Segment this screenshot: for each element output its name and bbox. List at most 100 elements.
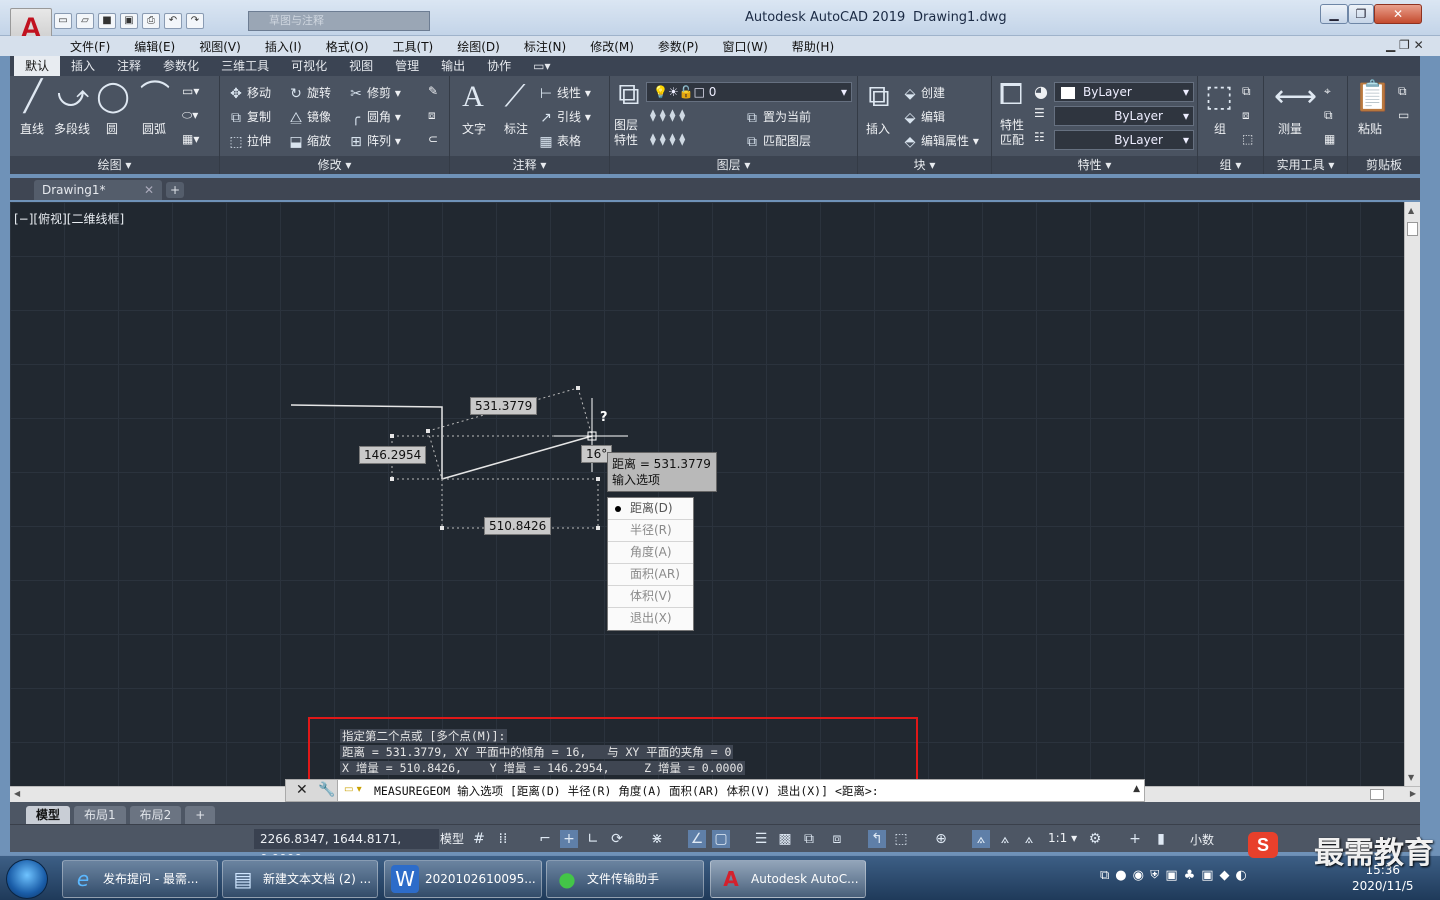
- taskbar-item-wechat[interactable]: ● 文件传输助手: [546, 860, 704, 898]
- gizmo-icon[interactable]: ⊕: [932, 830, 950, 848]
- sogou-ime-icon[interactable]: S: [1248, 832, 1278, 858]
- auto-scale-icon[interactable]: ⟑: [996, 830, 1014, 848]
- option-volume[interactable]: 体积(V): [608, 586, 693, 608]
- object-snap-icon[interactable]: ▢: [712, 830, 730, 848]
- tab-layout1[interactable]: 布局1: [74, 806, 126, 824]
- menu-parametric[interactable]: 参数(P): [646, 38, 711, 55]
- selection-cycling-icon[interactable]: ⧉: [800, 830, 818, 848]
- tab-visualize[interactable]: 可视化: [280, 56, 338, 76]
- redo-icon[interactable]: ↷: [186, 13, 204, 29]
- object-snap-tracking-icon[interactable]: ∠: [688, 830, 706, 848]
- transparency-icon[interactable]: ▩: [776, 830, 794, 848]
- panel-modify-title[interactable]: 修改 ▾: [220, 156, 449, 174]
- selection-filter-icon[interactable]: ⬚: [892, 830, 910, 848]
- array-button[interactable]: ⊞ 阵列 ▾: [348, 132, 401, 150]
- command-history-toggle-icon[interactable]: ▲: [1133, 784, 1140, 794]
- arc-button[interactable]: 圆弧: [142, 120, 166, 137]
- measure-button[interactable]: 测量: [1278, 120, 1302, 137]
- line-button[interactable]: 直线: [20, 120, 44, 137]
- circle-button[interactable]: 圆: [106, 120, 118, 137]
- gradient-icon[interactable]: ▦▾: [182, 132, 199, 146]
- polyline-button[interactable]: 多段线: [54, 120, 90, 137]
- mirror-button[interactable]: ⧋ 镜像: [288, 108, 331, 126]
- copy-button[interactable]: ⧉ 复制: [228, 108, 271, 126]
- command-prompt-icon[interactable]: ▭ ▾: [344, 784, 362, 795]
- scroll-thumb[interactable]: [1407, 222, 1418, 236]
- dim-input-y-delta[interactable]: 146.2954: [359, 446, 427, 464]
- tab-layout2[interactable]: 布局2: [129, 806, 182, 824]
- doc-window-controls[interactable]: ▁ ❐ ✕: [1386, 38, 1424, 52]
- ribbon-options-icon[interactable]: ▭▾: [522, 56, 561, 76]
- dim-input-distance[interactable]: 531.3779: [470, 397, 538, 415]
- panel-properties-title[interactable]: 特性 ▾: [992, 156, 1197, 174]
- hatch-icon[interactable]: ⬭▾: [182, 108, 198, 123]
- taskbar-item-ie[interactable]: e 发布提问 - 最需...: [62, 860, 218, 898]
- tab-collaborate[interactable]: 协作: [476, 56, 522, 76]
- annotation-scale-value[interactable]: 1:1 ▾: [1048, 831, 1077, 845]
- group-edit-icon[interactable]: ⧈: [1242, 108, 1250, 123]
- group-button[interactable]: 组: [1214, 120, 1226, 137]
- system-tray-icons[interactable]: ⧉●◉⛨▣♣▣◆◐: [1100, 868, 1253, 883]
- isodraft-icon[interactable]: ⋇: [648, 830, 666, 848]
- lineweight-dropdown[interactable]: ByLayer ▾: [1054, 130, 1194, 150]
- paste-button[interactable]: 粘贴: [1358, 120, 1382, 137]
- scroll-up-icon[interactable]: ▲: [1408, 206, 1414, 215]
- tab-parametric[interactable]: 参数化: [152, 56, 210, 76]
- layer-tools-icons[interactable]: ⧫ ⧫ ⧫ ⧫: [650, 108, 685, 122]
- workspace-gear-icon[interactable]: ⚙: [1086, 830, 1104, 848]
- menu-insert[interactable]: 插入(I): [253, 38, 314, 55]
- calculator-icon[interactable]: ▦: [1324, 132, 1335, 146]
- model-space-button[interactable]: 模型: [440, 829, 464, 849]
- close-button[interactable]: ✕: [1374, 4, 1422, 24]
- text-button[interactable]: 文字: [462, 120, 486, 137]
- 3d-osnap-icon[interactable]: ⧈: [828, 830, 846, 848]
- rectangle-icon[interactable]: ▭▾: [182, 84, 199, 98]
- tab-insert[interactable]: 插入: [60, 56, 106, 76]
- scroll-right-icon[interactable]: ▶: [1410, 789, 1416, 798]
- menu-draw[interactable]: 绘图(D): [445, 38, 512, 55]
- dynamic-input-icon[interactable]: +: [560, 830, 578, 848]
- rotate-button[interactable]: ↻ 旋转: [288, 84, 331, 102]
- close-tab-icon[interactable]: ✕: [144, 180, 154, 200]
- ortho-icon[interactable]: ∟: [584, 830, 602, 848]
- panel-utilities-title[interactable]: 实用工具 ▾: [1264, 156, 1347, 174]
- copy-clip-icon[interactable]: ⧉: [1398, 84, 1407, 99]
- open-file-icon[interactable]: ▱: [76, 13, 94, 29]
- save-as-icon[interactable]: ▣: [120, 13, 138, 29]
- annotation-monitor-icon[interactable]: +: [1126, 830, 1144, 848]
- polar-icon[interactable]: ⟳: [608, 830, 626, 848]
- match-properties-button[interactable]: 特性 匹配: [1000, 118, 1024, 148]
- panel-groups-title[interactable]: 组 ▾: [1198, 156, 1263, 174]
- annotation-visibility-icon[interactable]: ⟑: [972, 830, 990, 848]
- cut-icon[interactable]: ▭: [1398, 108, 1409, 122]
- quick-select-icon[interactable]: ⧉: [1324, 108, 1333, 123]
- dimension-button[interactable]: 标注: [504, 120, 528, 137]
- close-command-icon[interactable]: ✕: [296, 782, 308, 798]
- minimize-button[interactable]: ▁: [1320, 4, 1348, 24]
- color-wheel-icon[interactable]: ◕: [1034, 82, 1048, 101]
- new-tab-button[interactable]: +: [166, 182, 184, 198]
- tab-3d-tools[interactable]: 三维工具: [210, 56, 280, 76]
- menu-view[interactable]: 视图(V): [187, 38, 253, 55]
- option-angle[interactable]: 角度(A): [608, 542, 693, 564]
- panel-draw-title[interactable]: 绘图 ▾: [10, 156, 219, 174]
- linear-button[interactable]: ⊢ 线性 ▾: [538, 84, 591, 102]
- workspace-dropdown[interactable]: 草图与注释: [248, 11, 430, 31]
- trim-button[interactable]: ✂ 修剪 ▾: [348, 84, 401, 102]
- layer-properties-button[interactable]: 图层 特性: [614, 118, 638, 148]
- option-area[interactable]: 面积(AR): [608, 564, 693, 586]
- infer-constraints-icon[interactable]: ⌐: [536, 830, 554, 848]
- insert-block-button[interactable]: 插入: [866, 120, 890, 137]
- create-block-button[interactable]: ⬙ 创建: [902, 84, 945, 102]
- ungroup-icon[interactable]: ⧉: [1242, 84, 1251, 99]
- units-dropdown[interactable]: 小数: [1190, 831, 1214, 848]
- print-icon[interactable]: ⎙: [142, 13, 160, 29]
- layer-dropdown[interactable]: 💡☀🔓□ 0 ▾: [646, 82, 852, 102]
- annotation-scale-icon[interactable]: ⟑: [1020, 830, 1038, 848]
- offset-icon[interactable]: ⧈: [428, 108, 436, 123]
- menu-help[interactable]: 帮助(H): [780, 38, 846, 55]
- scroll-left-icon[interactable]: ◀: [14, 789, 20, 798]
- option-radius[interactable]: 半径(R): [608, 520, 693, 542]
- save-icon[interactable]: ■: [98, 13, 116, 29]
- drawing-canvas[interactable]: [−][俯视][二维线框] ? 531.3779 146.2954 510.84…: [10, 202, 1404, 786]
